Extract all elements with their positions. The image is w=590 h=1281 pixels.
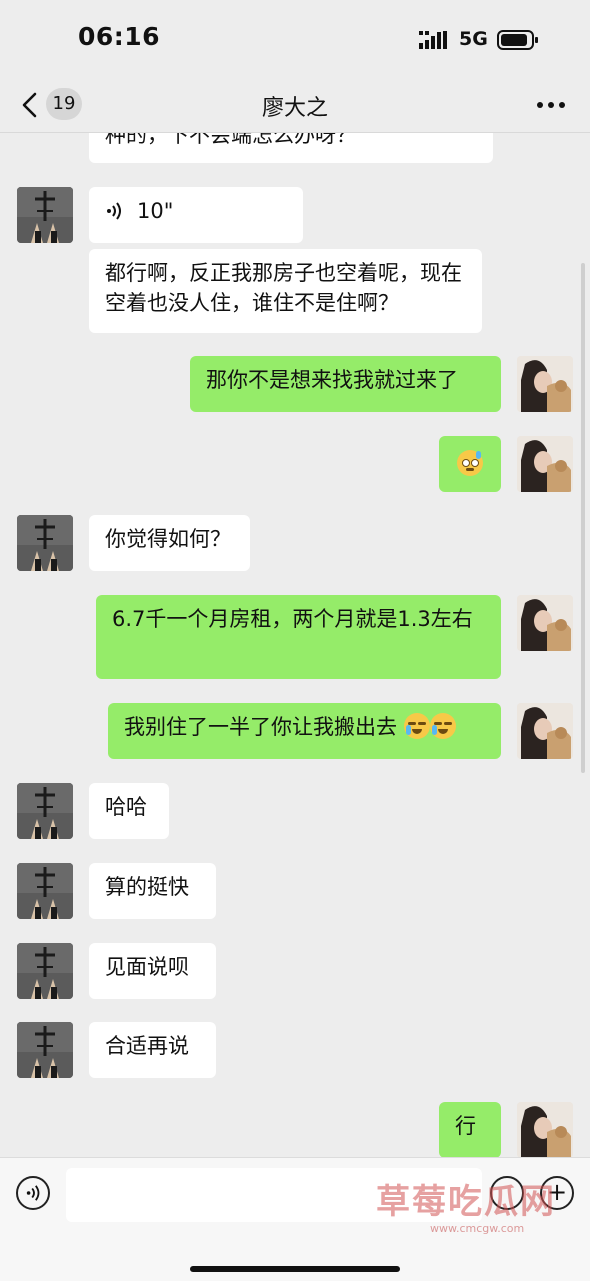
contact-avatar[interactable]	[17, 187, 73, 243]
sweat-smile-emoji-icon	[457, 450, 483, 476]
message-text: 见面说呗	[105, 955, 189, 979]
message-bubble-incoming[interactable]: 都行啊，反正我那房子也空着呢，现在空着也没人住，谁住不是住啊？	[89, 249, 482, 333]
user-avatar[interactable]	[517, 356, 573, 412]
status-time: 06:16	[78, 22, 161, 51]
chat-title: 廖大之	[261, 96, 328, 121]
message-text: 你觉得如何？	[105, 527, 231, 551]
message-bubble-incoming[interactable]: 你觉得如何？	[89, 515, 250, 571]
message-bubble-incoming[interactable]: 种的，下不会端怎么办呀？	[89, 133, 493, 163]
home-indicator[interactable]	[190, 1266, 400, 1272]
message-bubble-incoming[interactable]: 见面说呗	[89, 943, 216, 999]
contact-avatar[interactable]	[17, 1022, 73, 1078]
scrollbar[interactable]	[581, 263, 585, 773]
message-bubble-outgoing[interactable]: 6.7千一个月房租，两个月就是1.3左右	[96, 595, 501, 679]
message-text: 算的挺快	[105, 875, 189, 899]
network-label: 5G	[459, 28, 488, 50]
watermark-url: www.cmcgw.com	[430, 1222, 525, 1235]
message-bubble-outgoing[interactable]: 行	[439, 1102, 501, 1157]
message-bubble-outgoing[interactable]: 我别住了一半了你让我搬出去	[108, 703, 501, 759]
chat-message-list[interactable]: 种的，下不会端怎么办呀？ 10" 都行啊，反正我那房子也空着呢，现在空着也没人住…	[0, 133, 590, 1157]
emoji-message-bubble[interactable]	[439, 436, 501, 492]
message-text: 合适再说	[105, 1034, 189, 1058]
signal-icon	[419, 31, 447, 49]
message-text: 那你不是想来找我就过来了	[206, 368, 458, 392]
message-text: 都行啊，反正我那房子也空着呢，现在空着也没人住，谁住不是住啊？	[105, 261, 462, 315]
user-avatar[interactable]	[517, 703, 573, 759]
contact-avatar[interactable]	[17, 515, 73, 571]
user-avatar[interactable]	[517, 436, 573, 492]
voice-wave-icon	[107, 202, 121, 220]
voice-wave-icon	[26, 1185, 40, 1201]
message-text: 种的，下不会端怎么办呀？	[105, 133, 357, 147]
contact-avatar[interactable]	[17, 863, 73, 919]
message-input-bar: + 草莓吃瓜网 www.cmcgw.com	[0, 1157, 590, 1281]
voice-duration: 10"	[137, 199, 174, 223]
more-options-icon[interactable]	[536, 100, 566, 110]
message-bubble-incoming[interactable]: 合适再说	[89, 1022, 216, 1078]
chat-header: 19 廖大之	[0, 80, 590, 133]
message-text: 我别住了一半了你让我搬出去	[124, 715, 397, 739]
battery-icon	[497, 30, 538, 50]
voice-message-bubble[interactable]: 10"	[89, 187, 303, 243]
message-bubble-incoming[interactable]: 算的挺快	[89, 863, 216, 919]
voice-input-toggle-button[interactable]	[16, 1176, 50, 1210]
user-avatar[interactable]	[517, 595, 573, 651]
message-text: 行	[455, 1114, 476, 1138]
message-bubble-outgoing[interactable]: 那你不是想来找我就过来了	[190, 356, 501, 412]
crying-emoji-icon	[429, 713, 456, 739]
user-avatar[interactable]	[517, 1102, 573, 1157]
message-text: 哈哈	[105, 795, 147, 819]
contact-avatar[interactable]	[17, 943, 73, 999]
contact-avatar[interactable]	[17, 783, 73, 839]
message-bubble-incoming[interactable]: 哈哈	[89, 783, 169, 839]
watermark-title: 草莓吃瓜网	[376, 1182, 556, 1222]
crying-emoji-icon	[403, 713, 430, 739]
status-bar: 06:16 5G	[0, 0, 590, 80]
message-text: 6.7千一个月房租，两个月就是1.3左右	[112, 607, 473, 631]
